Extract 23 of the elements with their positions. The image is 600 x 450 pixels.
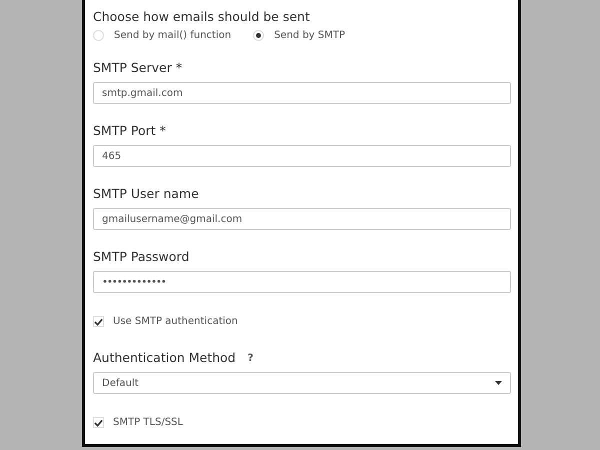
radio-label: Send by mail() function: [114, 30, 232, 41]
checkbox[interactable]: [93, 417, 104, 428]
radio-icon[interactable]: [93, 30, 104, 41]
input-field[interactable]: smtp.gmail.com: [93, 82, 511, 104]
field-label: SMTP Password: [93, 249, 190, 265]
radio-icon[interactable]: [253, 30, 264, 41]
input-field[interactable]: 465: [93, 145, 511, 167]
help-icon[interactable]: ?: [248, 352, 254, 364]
checkbox[interactable]: [93, 316, 104, 327]
radio-label: Send by SMTP: [274, 30, 346, 41]
input-field[interactable]: gmailusername@gmail.com: [93, 208, 511, 230]
field-label: SMTP Port *: [93, 123, 167, 139]
section-title: Choose how emails should be sent: [93, 9, 311, 26]
radio-option[interactable]: Send by mail() function: [93, 30, 232, 41]
dropdown[interactable]: Default: [93, 372, 511, 394]
checkbox-label: SMTP TLS/SSL: [113, 417, 183, 428]
checkbox-label: Use SMTP authentication: [113, 316, 238, 327]
caret-icon: [495, 381, 502, 385]
radio-option[interactable]: Send by SMTP: [253, 30, 346, 41]
password-field[interactable]: •••••••••••••: [93, 271, 511, 293]
field-label: SMTP User name: [93, 186, 200, 202]
field-label: Authentication Method: [93, 350, 236, 366]
field-label: SMTP Server *: [93, 60, 184, 76]
